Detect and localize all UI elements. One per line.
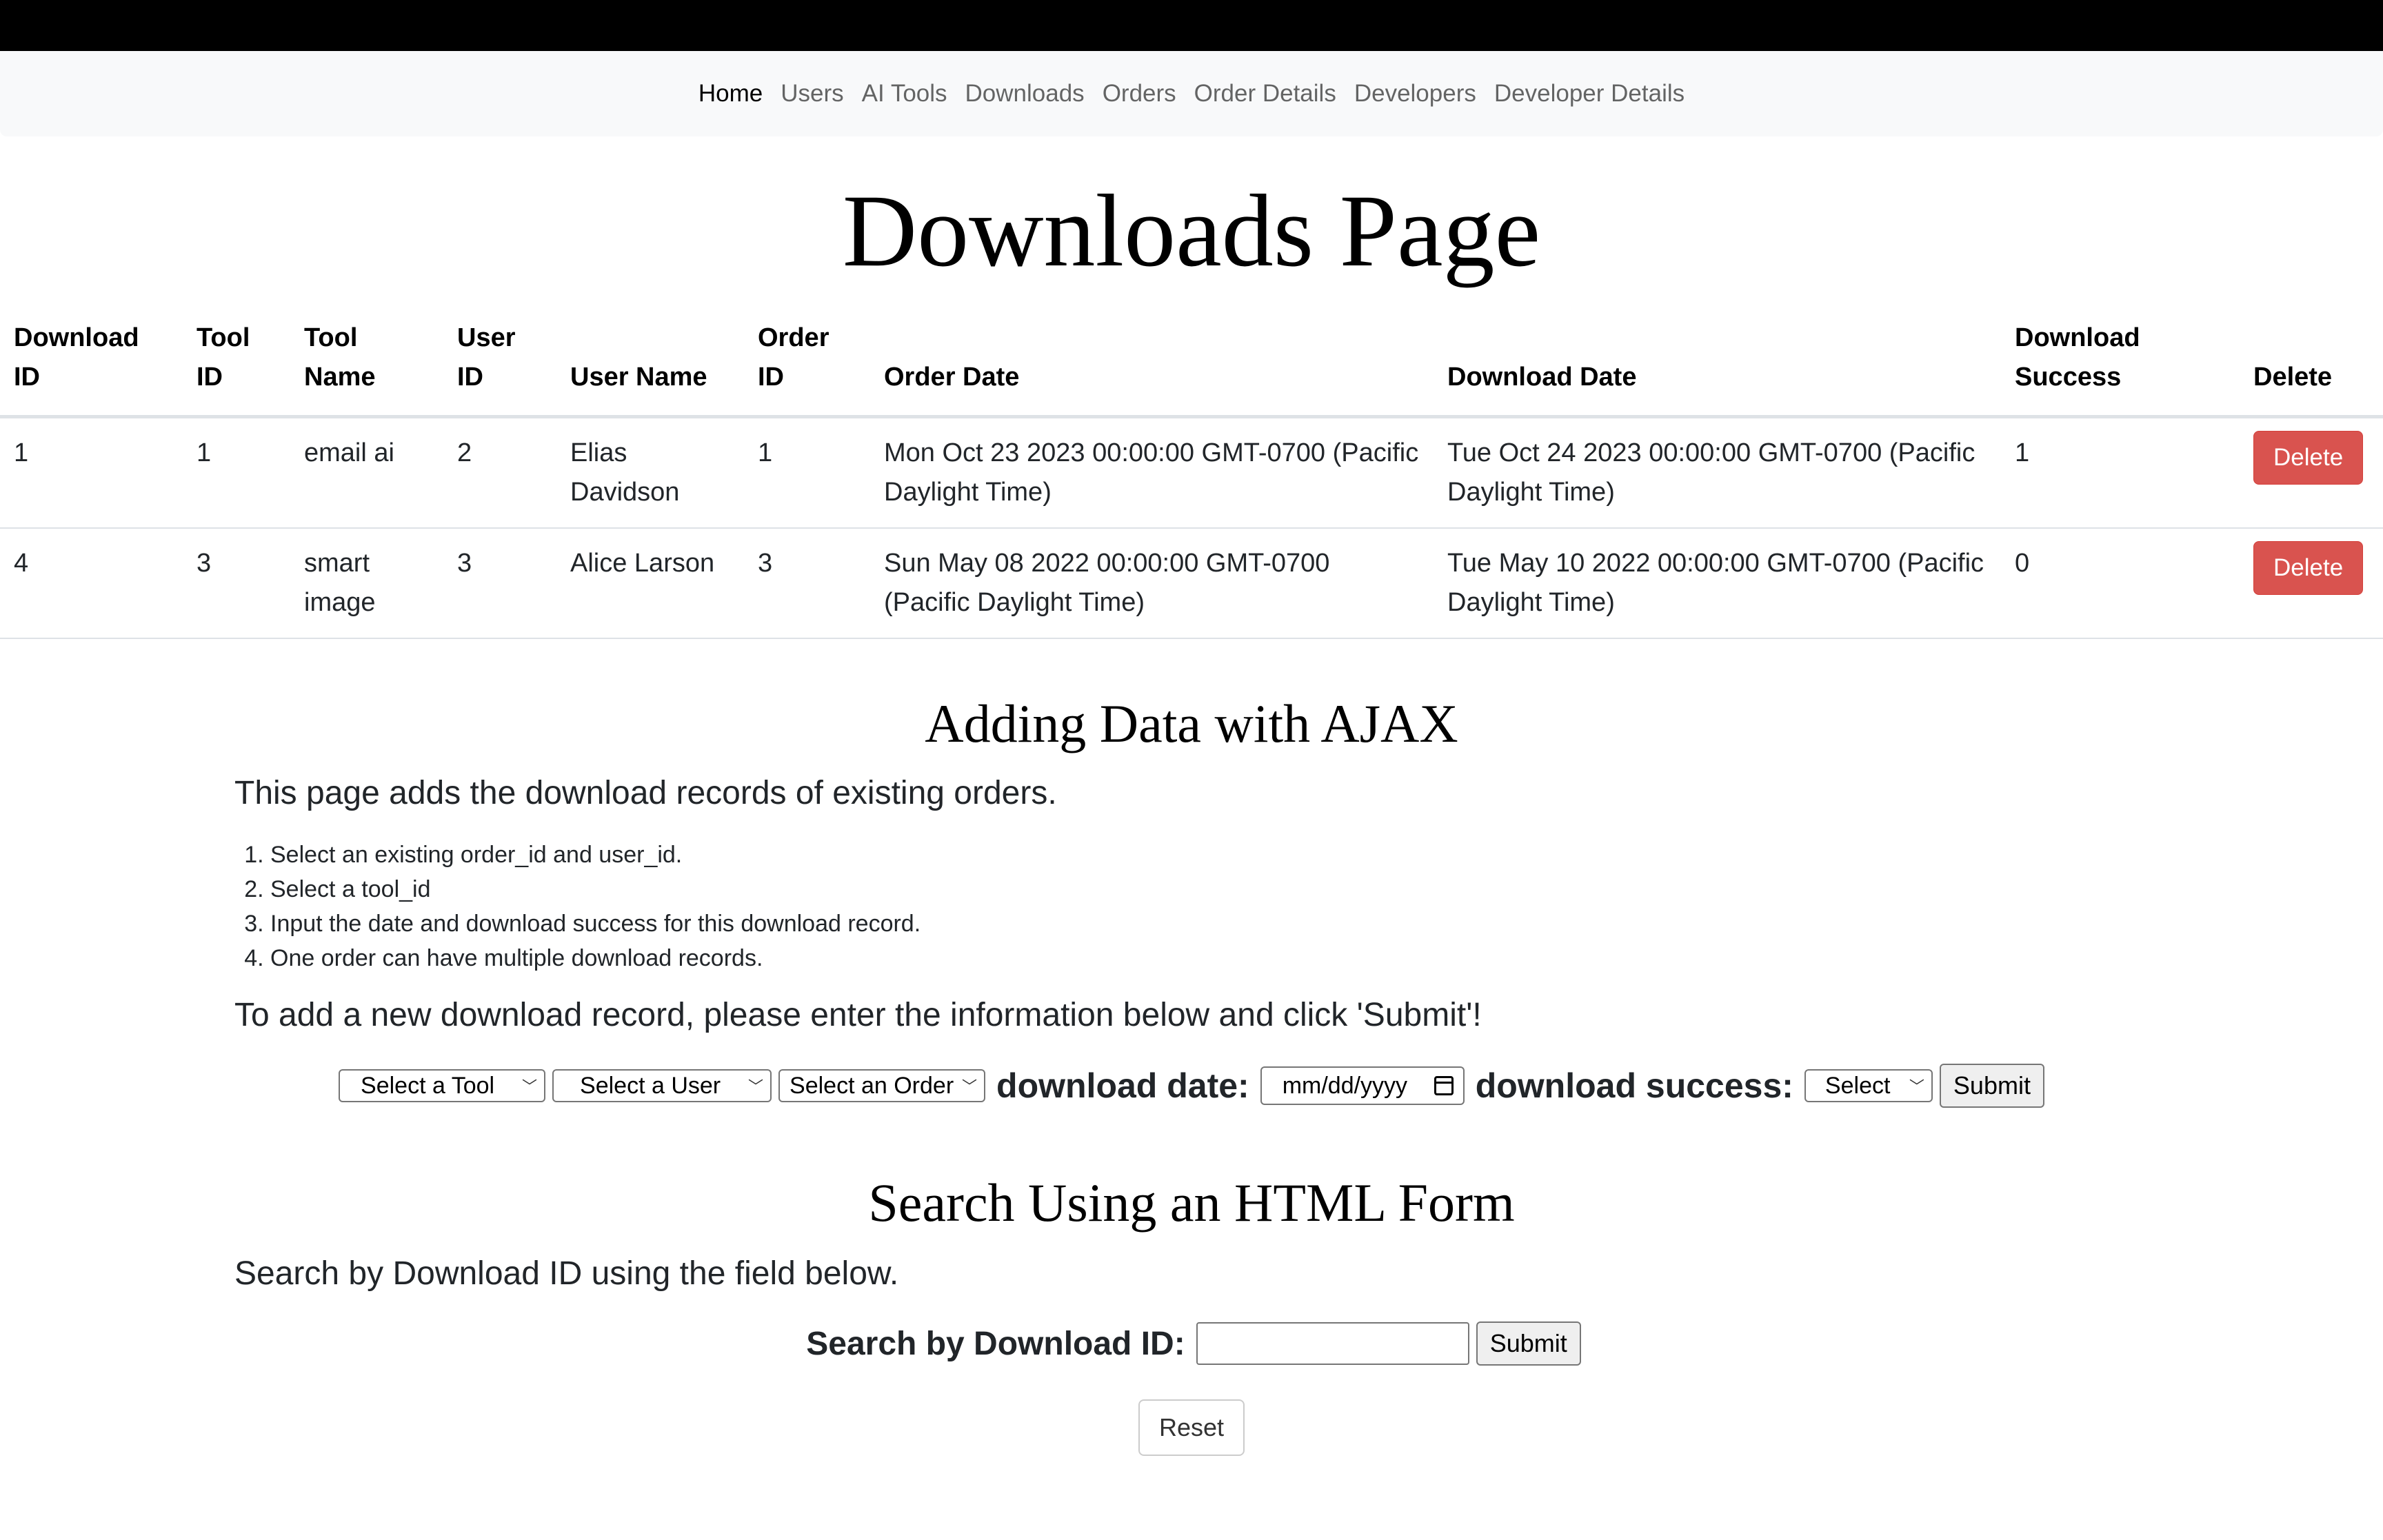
order-select[interactable]: Select an Order ﹀	[778, 1069, 986, 1102]
table-row: 4 3 smart image 3 Alice Larson 3 Sun May…	[0, 528, 2383, 639]
add-instruction: To add a new download record, please ent…	[234, 997, 1482, 1033]
tool-select-value: Select a Tool	[361, 1072, 495, 1099]
search-section-intro: Search by Download ID using the field be…	[234, 1255, 899, 1292]
downloads-table: Download ID Tool ID Tool Name User ID User N…	[0, 312, 2383, 639]
download-success-select[interactable]: Select ﹀	[1804, 1069, 1933, 1102]
download-date-label: download date:	[996, 1066, 1249, 1105]
nav-developer-details[interactable]: Developer Details	[1494, 80, 1685, 108]
cell-order-id: 3	[744, 528, 870, 639]
chevron-down-icon: ﹀	[522, 1078, 538, 1095]
chevron-down-icon: ﹀	[962, 1078, 978, 1095]
header-user-id: User ID	[443, 312, 556, 418]
list-item: Select a tool_id	[270, 872, 921, 906]
list-item: Select an existing order_id and user_id.	[270, 838, 921, 872]
cell-download-id: 4	[0, 528, 183, 639]
nav-users[interactable]: Users	[781, 80, 843, 108]
add-download-form: Select a Tool ﹀ Select a User ﹀ Select an …	[0, 1062, 2383, 1110]
date-placeholder: mm/dd/yyyy	[1282, 1072, 1408, 1099]
header-order-id: Order ID	[744, 312, 870, 418]
cell-user-name: Elias Davidson	[556, 416, 744, 529]
search-label: Search by Download ID:	[806, 1325, 1185, 1362]
main-navbar: Home Users AI Tools Downloads Orders Ord…	[0, 51, 2383, 136]
nav-home[interactable]: Home	[698, 80, 763, 108]
add-steps-list: Select an existing order_id and user_id.…	[234, 838, 921, 975]
success-select-value: Select	[1824, 1072, 1891, 1099]
search-submit-button[interactable]: Submit	[1476, 1321, 1581, 1366]
browser-top-bar	[0, 0, 2383, 51]
nav-downloads[interactable]: Downloads	[965, 80, 1085, 108]
cell-order-date: Sun May 08 2022 00:00:00 GMT-0700 (Pacif…	[870, 528, 1434, 639]
add-section-title: Adding Data with AJAX	[925, 693, 1458, 753]
chevron-down-icon: ﹀	[748, 1078, 764, 1095]
cell-tool-id: 1	[183, 416, 290, 529]
nav-order-details[interactable]: Order Details	[1194, 80, 1336, 108]
cell-user-name: Alice Larson	[556, 528, 744, 639]
order-select-value: Select an Order	[790, 1072, 954, 1099]
cell-order-id: 1	[744, 416, 870, 529]
delete-button[interactable]: Delete	[2253, 541, 2364, 595]
cell-download-id: 1	[0, 416, 183, 529]
cell-order-date: Mon Oct 23 2023 00:00:00 GMT-0700 (Pacif…	[870, 416, 1434, 529]
page-title: Downloads Page	[842, 174, 1541, 288]
cell-user-id: 2	[443, 416, 556, 529]
download-date-input[interactable]: mm/dd/yyyy	[1260, 1066, 1465, 1105]
list-item: Input the date and download success for …	[270, 906, 921, 941]
download-success-label: download success:	[1475, 1066, 1793, 1105]
cell-download-date: Tue Oct 24 2023 00:00:00 GMT-0700 (Pacif…	[1434, 416, 2001, 529]
user-select[interactable]: Select a User ﹀	[552, 1069, 772, 1102]
cell-user-id: 3	[443, 528, 556, 639]
delete-button[interactable]: Delete	[2253, 431, 2364, 485]
list-item: One order can have multiple download rec…	[270, 941, 921, 975]
cell-delete: Delete	[2240, 416, 2383, 529]
table-row: 1 1 email ai 2 Elias Davidson 1 Mon Oct …	[0, 416, 2383, 529]
cell-tool-name: smart image	[290, 528, 443, 639]
header-tool-id: Tool ID	[183, 312, 290, 418]
tool-select[interactable]: Select a Tool ﹀	[339, 1069, 546, 1102]
cell-download-success: 0	[2001, 528, 2240, 639]
cell-tool-name: email ai	[290, 416, 443, 529]
header-download-date: Download Date	[1434, 312, 2001, 418]
calendar-icon[interactable]	[1434, 1076, 1454, 1095]
cell-delete: Delete	[2240, 528, 2383, 639]
header-delete: Delete	[2240, 312, 2383, 418]
header-download-success: Download Success	[2001, 312, 2240, 418]
header-user-name: User Name	[556, 312, 744, 418]
header-tool-name: Tool Name	[290, 312, 443, 418]
add-submit-button[interactable]: Submit	[1939, 1064, 2044, 1108]
add-section-intro: This page adds the download records of e…	[234, 775, 1057, 811]
table-header-row: Download ID Tool ID Tool Name User ID User N…	[0, 312, 2383, 418]
user-select-value: Select a User	[580, 1072, 721, 1099]
search-download-id-input[interactable]	[1196, 1322, 1469, 1365]
chevron-down-icon: ﹀	[1909, 1078, 1924, 1095]
header-order-date: Order Date	[870, 312, 1434, 418]
search-form: Search by Download ID: Submit	[0, 1319, 2383, 1368]
cell-download-success: 1	[2001, 416, 2240, 529]
nav-orders[interactable]: Orders	[1103, 80, 1176, 108]
cell-tool-id: 3	[183, 528, 290, 639]
header-download-id: Download ID	[0, 312, 183, 418]
reset-button[interactable]: Reset	[1138, 1399, 1245, 1456]
nav-ai-tools[interactable]: AI Tools	[862, 80, 947, 108]
nav-developers[interactable]: Developers	[1354, 80, 1476, 108]
cell-download-date: Tue May 10 2022 00:00:00 GMT-0700 (Pacif…	[1434, 528, 2001, 639]
search-section-title: Search Using an HTML Form	[868, 1173, 1515, 1233]
